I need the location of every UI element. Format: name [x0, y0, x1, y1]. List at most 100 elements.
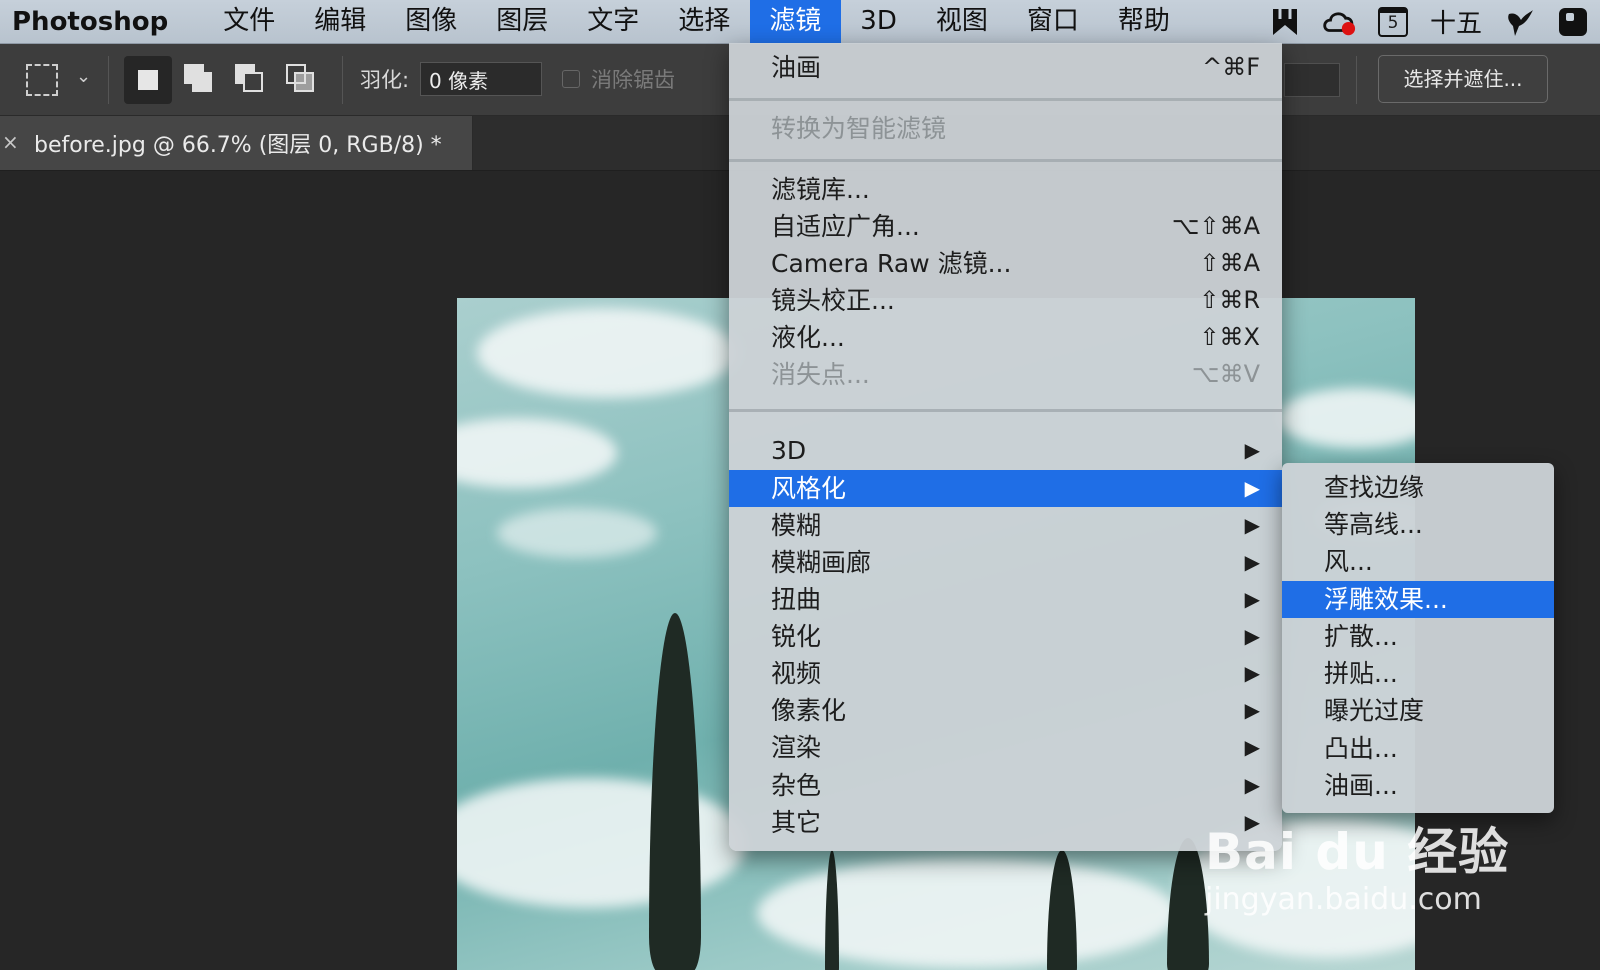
menu-item-shortcut: ⇧⌘R — [1199, 286, 1260, 314]
submenu-arrow-icon: ▶ — [1244, 735, 1260, 759]
menu-view[interactable]: 视图 — [917, 0, 1008, 43]
menu-item-shortcut: ⇧⌘A — [1199, 249, 1260, 277]
menu-item-label: 滤镜库... — [771, 175, 870, 204]
submenu-arrow-icon: ▶ — [1244, 587, 1260, 611]
menu-item-label: 3D — [771, 436, 807, 465]
menu-filter[interactable]: 滤镜 — [750, 0, 842, 43]
stylize-item-find-edges[interactable]: 查找边缘 — [1282, 469, 1554, 506]
status-icons: 5 十五 — [1268, 0, 1590, 43]
intersect-selection-button[interactable] — [286, 64, 320, 98]
filter-item-liquify[interactable]: 液化... ⇧⌘X — [729, 319, 1282, 356]
menu-item-label: 扩散... — [1324, 622, 1398, 651]
select-and-mask-button[interactable]: 选择并遮住... — [1378, 55, 1548, 103]
filter-item-render[interactable]: 渲染 ▶ — [729, 729, 1282, 766]
stylize-item-emboss[interactable]: 浮雕效果... — [1282, 581, 1554, 618]
menu-item-label: 风格化 — [771, 474, 847, 503]
filter-item-adaptive-wide-angle[interactable]: 自适应广角... ⌥⇧⌘A — [729, 208, 1282, 245]
menu-file[interactable]: 文件 — [204, 0, 295, 43]
menu-item-label: 锐化 — [771, 622, 822, 651]
submenu-arrow-icon: ▶ — [1244, 698, 1260, 722]
filter-item-sharpen[interactable]: 锐化 ▶ — [729, 618, 1282, 655]
menu-item-label: 曝光过度 — [1324, 696, 1425, 725]
document-tab-title: before.jpg @ 66.7% (图层 0, RGB/8) * — [34, 133, 442, 158]
menu-item-label: 扭曲 — [771, 585, 822, 614]
bird-icon[interactable] — [1502, 5, 1536, 39]
submenu-arrow-icon: ▶ — [1244, 773, 1260, 797]
filter-item-convert-smart-filters: 转换为智能滤镜 — [729, 110, 1282, 147]
antialias-checkbox[interactable] — [562, 70, 580, 88]
menu-item-label: 模糊画廊 — [771, 548, 872, 577]
close-icon[interactable]: × — [2, 130, 19, 154]
submenu-arrow-icon: ▶ — [1244, 661, 1260, 685]
stylize-item-wind[interactable]: 风... — [1282, 543, 1554, 580]
new-selection-button[interactable] — [124, 56, 172, 104]
filter-item-blur[interactable]: 模糊 ▶ — [729, 507, 1282, 544]
filter-item-vanishing-point: 消失点... ⌥⌘V — [729, 356, 1282, 393]
menu-item-shortcut: ⌥⇧⌘A — [1171, 212, 1260, 240]
app-icon[interactable] — [1556, 5, 1590, 39]
filter-item-noise[interactable]: 杂色 ▶ — [729, 767, 1282, 804]
menu-3d[interactable]: 3D — [841, 0, 917, 43]
filter-item-pixelate[interactable]: 像素化 ▶ — [729, 692, 1282, 729]
menu-layer[interactable]: 图层 — [477, 0, 568, 43]
submenu-arrow-icon: ▶ — [1244, 438, 1260, 462]
stylize-item-diffuse[interactable]: 扩散... — [1282, 618, 1554, 655]
menu-item-label: 其它 — [771, 808, 822, 837]
divider — [1356, 56, 1357, 104]
filter-item-oil-paint-last[interactable]: 油画 ^⌘F — [729, 49, 1282, 86]
stylize-item-extrude[interactable]: 凸出... — [1282, 730, 1554, 767]
menu-item-label: 模糊 — [771, 511, 822, 540]
stylize-item-trace-contour[interactable]: 等高线... — [1282, 506, 1554, 543]
menu-image[interactable]: 图像 — [386, 0, 477, 43]
filter-item-other[interactable]: 其它 ▶ — [729, 804, 1282, 841]
chevron-down-icon[interactable]: ⌄ — [76, 66, 91, 87]
stylize-item-oil-paint[interactable]: 油画... — [1282, 767, 1554, 804]
filter-item-video[interactable]: 视频 ▶ — [729, 655, 1282, 692]
menu-separator — [729, 159, 1282, 162]
calendar-icon[interactable]: 5 — [1376, 5, 1410, 39]
filter-item-lens-correction[interactable]: 镜头校正... ⇧⌘R — [729, 282, 1282, 319]
bookmark-icon[interactable] — [1268, 5, 1302, 39]
document-tab[interactable]: × before.jpg @ 66.7% (图层 0, RGB/8) * — [0, 116, 473, 170]
submenu-arrow-icon: ▶ — [1244, 550, 1260, 574]
menu-item-label: 风... — [1324, 547, 1373, 576]
menu-item-label: 油画 — [771, 53, 822, 82]
menu-item-label: Camera Raw 滤镜... — [771, 249, 1012, 278]
height-field[interactable] — [1284, 63, 1340, 97]
menubar-date[interactable]: 十五 — [1430, 3, 1482, 40]
menubar: Photoshop 文件 编辑 图像 图层 文字 选择 滤镜 3D 视图 窗口 … — [0, 0, 1600, 44]
baidu-watermark: Bai du 经验 jingyan.baidu.com — [1205, 812, 1509, 917]
menu-help[interactable]: 帮助 — [1099, 0, 1190, 43]
filter-item-stylize[interactable]: 风格化 ▶ — [729, 470, 1282, 507]
menu-edit[interactable]: 编辑 — [295, 0, 386, 43]
marquee-icon[interactable] — [26, 64, 58, 96]
menu-item-label: 等高线... — [1324, 510, 1423, 539]
menu-type[interactable]: 文字 — [568, 0, 659, 43]
stylize-item-solarize[interactable]: 曝光过度 — [1282, 692, 1554, 729]
menu-window[interactable]: 窗口 — [1008, 0, 1099, 43]
feather-input[interactable] — [420, 62, 542, 96]
stylize-submenu: 查找边缘 等高线... 风... 浮雕效果... 扩散... 拼贴... 曝光过… — [1282, 463, 1554, 813]
menu-item-label: 自适应广角... — [771, 212, 920, 241]
filter-item-3d[interactable]: 3D ▶ — [729, 432, 1282, 469]
menu-item-label: 渲染 — [771, 733, 822, 762]
menu-separator — [729, 409, 1282, 412]
menu-item-label: 液化... — [771, 323, 845, 352]
app-menu-photoshop[interactable]: Photoshop — [12, 7, 168, 37]
menu-item-shortcut: ^⌘F — [1202, 53, 1260, 81]
filter-item-camera-raw[interactable]: Camera Raw 滤镜... ⇧⌘A — [729, 245, 1282, 282]
menu-item-label: 拼贴... — [1324, 659, 1398, 688]
add-to-selection-button[interactable] — [184, 64, 218, 98]
menu-select[interactable]: 选择 — [659, 0, 750, 43]
filter-item-distort[interactable]: 扭曲 ▶ — [729, 581, 1282, 618]
menu-item-shortcut: ⇧⌘X — [1199, 323, 1260, 351]
creative-cloud-icon[interactable] — [1322, 5, 1356, 39]
stylize-item-tiles[interactable]: 拼贴... — [1282, 655, 1554, 692]
filter-item-blur-gallery[interactable]: 模糊画廊 ▶ — [729, 544, 1282, 581]
menu-item-label: 像素化 — [771, 696, 847, 725]
divider — [108, 56, 109, 104]
subtract-from-selection-button[interactable] — [235, 64, 269, 98]
menu-item-shortcut: ⌥⌘V — [1191, 360, 1260, 388]
menu-separator — [729, 98, 1282, 101]
filter-item-filter-gallery[interactable]: 滤镜库... — [729, 171, 1282, 208]
